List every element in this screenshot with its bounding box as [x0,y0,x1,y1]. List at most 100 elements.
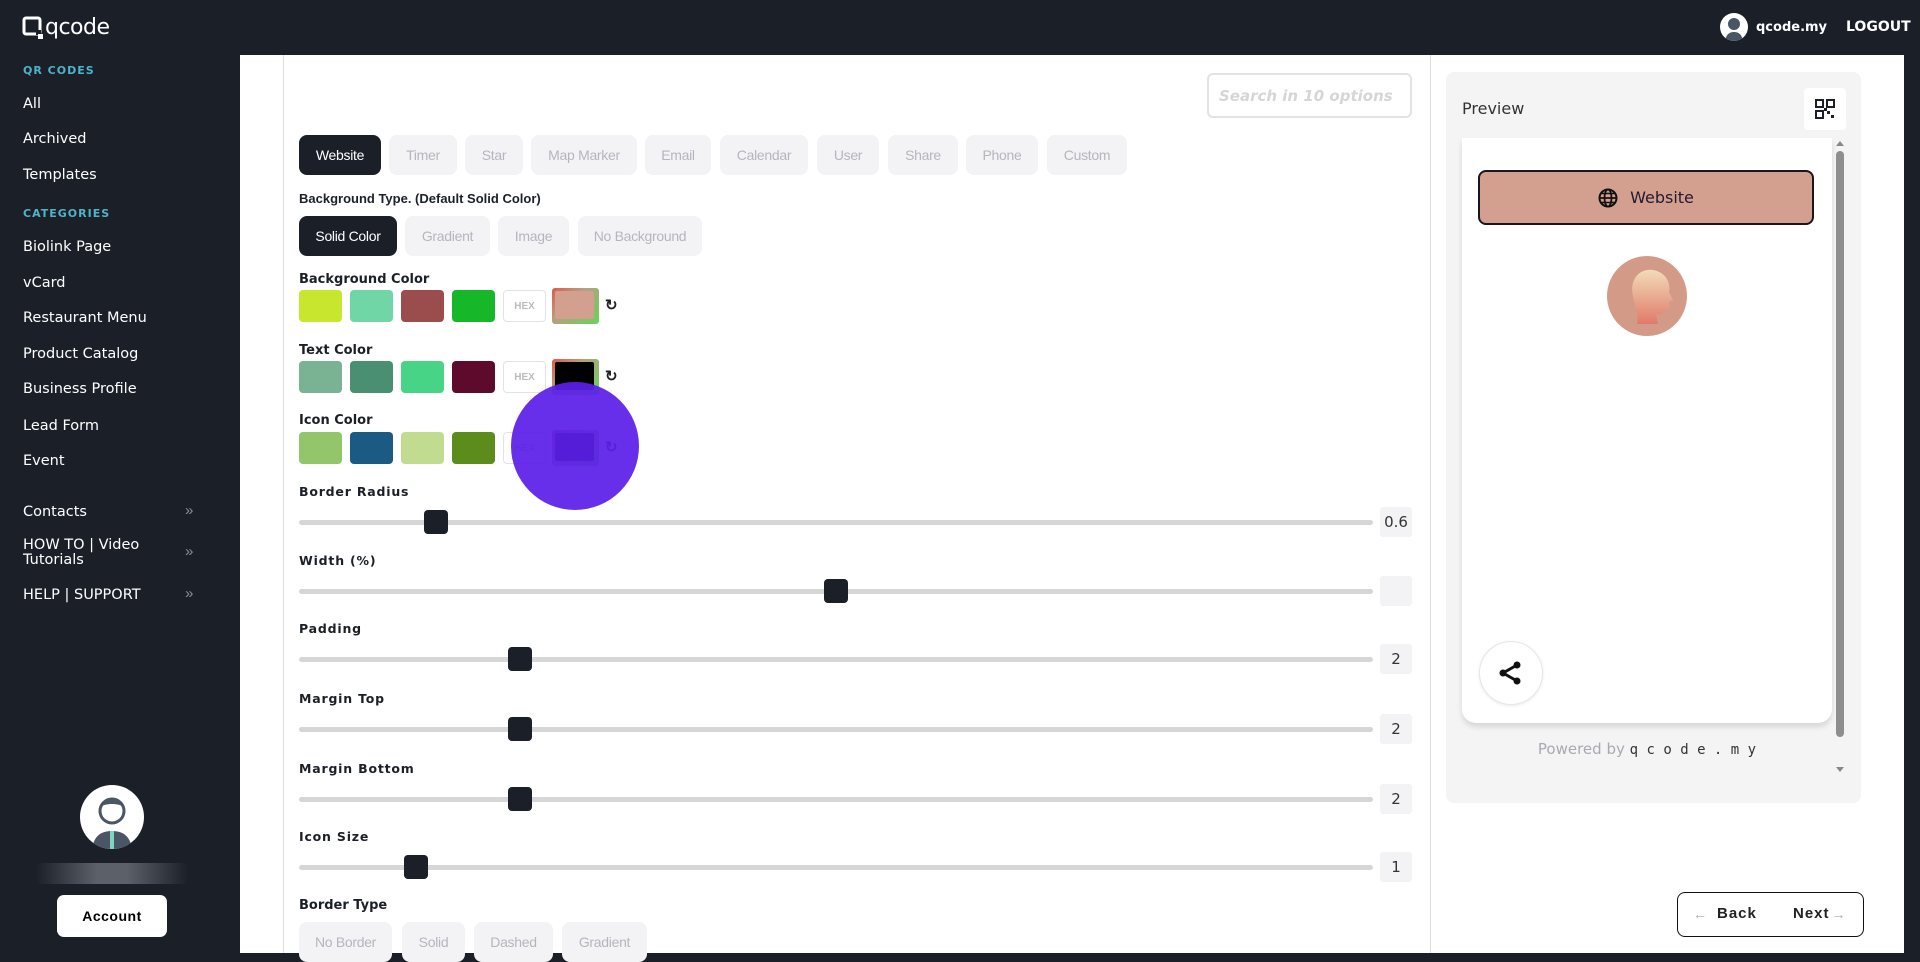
page-scrollbar[interactable] [1904,55,1920,953]
border-type-no-border[interactable]: No Border [299,922,392,962]
icon-option-phone[interactable]: Phone [966,135,1038,175]
sidebar: QR CODES All Archived Templates CATEGORI… [0,55,240,953]
next-button[interactable]: Next → [1793,905,1846,922]
bg-color-label: Background Color [299,272,430,287]
slider-label: Padding [299,621,362,636]
scroll-up-icon[interactable] [1835,141,1844,146]
text-color-swatch[interactable] [350,361,393,393]
preview-website-button[interactable]: Website [1478,170,1814,225]
logout-button[interactable]: LOGOUT [1846,19,1911,35]
border-type-gradient[interactable]: Gradient [562,922,647,962]
slider-value[interactable]: 2 [1380,784,1412,814]
sidebar-item-archived[interactable]: Archived [23,132,86,147]
slider-track[interactable] [299,865,1373,870]
icon-option-email[interactable]: Email [645,135,711,175]
user-avatar[interactable] [1720,13,1748,41]
sidebar-item-how-to[interactable]: HOW TO | Video Tutorials [23,538,153,568]
bg-type-image[interactable]: Image [498,216,569,256]
slider-thumb[interactable] [508,717,533,741]
top-header: qcode qcode.my LOGOUT [0,0,1920,55]
border-type-dashed[interactable]: Dashed [474,922,553,962]
slider-thumb[interactable] [404,855,429,879]
text-color-label: Text Color [299,343,373,358]
icon-option-share[interactable]: Share [888,135,958,175]
slider-value[interactable]: 0.6 [1380,507,1412,537]
powered-by-brand[interactable]: q c o d e . m y [1630,742,1756,758]
icon-option-calendar[interactable]: Calendar [720,135,808,175]
icon-label: Icon [299,48,327,56]
icon-search-input[interactable] [1207,73,1412,118]
icon-option-map-marker[interactable]: Map Marker [531,135,637,175]
text-color-swatch[interactable] [299,361,342,393]
bg-type-solid-color[interactable]: Solid Color [299,216,397,256]
slider-track[interactable] [299,727,1373,732]
refresh-icon[interactable]: ↻ [605,367,618,385]
slider-track[interactable] [299,520,1373,525]
sidebar-item-vcard[interactable]: vCard [23,276,66,291]
text-hex-input[interactable]: HEX [503,361,546,393]
sidebar-item-restaurant-menu[interactable]: Restaurant Menu [23,311,147,326]
logo-text: qcode [45,15,110,40]
bg-color-swatch[interactable] [299,290,342,322]
sidebar-item-templates[interactable]: Templates [23,168,97,183]
bg-hex-input[interactable]: HEX [503,290,546,322]
sidebar-item-help-support[interactable]: HELP | SUPPORT [23,588,141,603]
share-button[interactable] [1479,641,1543,705]
text-color-swatch[interactable] [452,361,495,393]
scroll-down-icon[interactable] [1835,767,1844,772]
logo[interactable]: qcode [22,15,110,40]
sidebar-item-event[interactable]: Event [23,454,65,469]
sidebar-item-business-profile[interactable]: Business Profile [23,382,137,397]
sidebar-item-product-catalog[interactable]: Product Catalog [23,347,138,362]
slider-value[interactable]: 2 [1380,714,1412,744]
bg-color-swatch[interactable] [401,290,444,322]
sidebar-item-contacts[interactable]: Contacts [23,505,87,520]
icon-option-star[interactable]: Star [465,135,523,175]
account-button[interactable]: Account [57,895,167,937]
bg-color-swatch[interactable] [452,290,495,322]
sidebar-item-lead-form[interactable]: Lead Form [23,419,99,434]
preview-title: Preview [1462,99,1525,118]
back-button[interactable]: ← Back [1693,905,1757,922]
qr-logo-icon [22,16,43,39]
bg-type-no-background[interactable]: No Background [578,216,702,256]
bg-color-picker[interactable] [552,288,599,324]
next-label: Next [1793,905,1830,922]
bg-color-swatch[interactable] [350,290,393,322]
bg-type-gradient[interactable]: Gradient [405,216,490,256]
refresh-icon[interactable]: ↻ [605,296,618,314]
icon-color-label: Icon Color [299,413,373,428]
qr-code-button[interactable] [1804,88,1846,130]
icon-option-website[interactable]: Website [299,135,381,175]
slider-value[interactable]: 1 [1380,852,1412,882]
slider-thumb[interactable] [508,647,533,671]
slider-track[interactable] [299,657,1373,662]
icon-color-swatch[interactable] [299,432,342,464]
border-type-solid[interactable]: Solid [402,922,465,962]
icon-option-user[interactable]: User [817,135,879,175]
icon-option-custom[interactable]: Custom [1047,135,1127,175]
sidebar-item-all[interactable]: All [23,97,41,112]
preview-scrollbar[interactable] [1835,141,1844,786]
nav-buttons: ← Back Next → [1677,892,1864,937]
share-icon [1499,661,1521,685]
bg-current-color [555,291,594,319]
username[interactable]: qcode.my [1756,20,1827,35]
text-color-swatch[interactable] [401,361,444,393]
scrollbar-thumb[interactable] [1835,151,1844,737]
slider-thumb[interactable] [508,787,533,811]
icon-color-swatch[interactable] [350,432,393,464]
slider-value[interactable] [1380,576,1412,606]
icon-option-timer[interactable]: Timer [389,135,457,175]
arrow-right-icon: → [1831,905,1846,922]
sidebar-item-biolink[interactable]: Biolink Page [23,240,111,255]
preview-button-label: Website [1630,188,1694,207]
slider-thumb[interactable] [424,510,449,534]
icon-color-swatch[interactable] [401,432,444,464]
slider-value[interactable]: 2 [1380,644,1412,674]
head-silhouette-icon [1632,269,1673,324]
slider-track[interactable] [299,797,1373,802]
slider-thumb[interactable] [824,579,848,603]
icon-color-swatch[interactable] [452,432,495,464]
arrow-left-icon: ← [1693,905,1707,922]
